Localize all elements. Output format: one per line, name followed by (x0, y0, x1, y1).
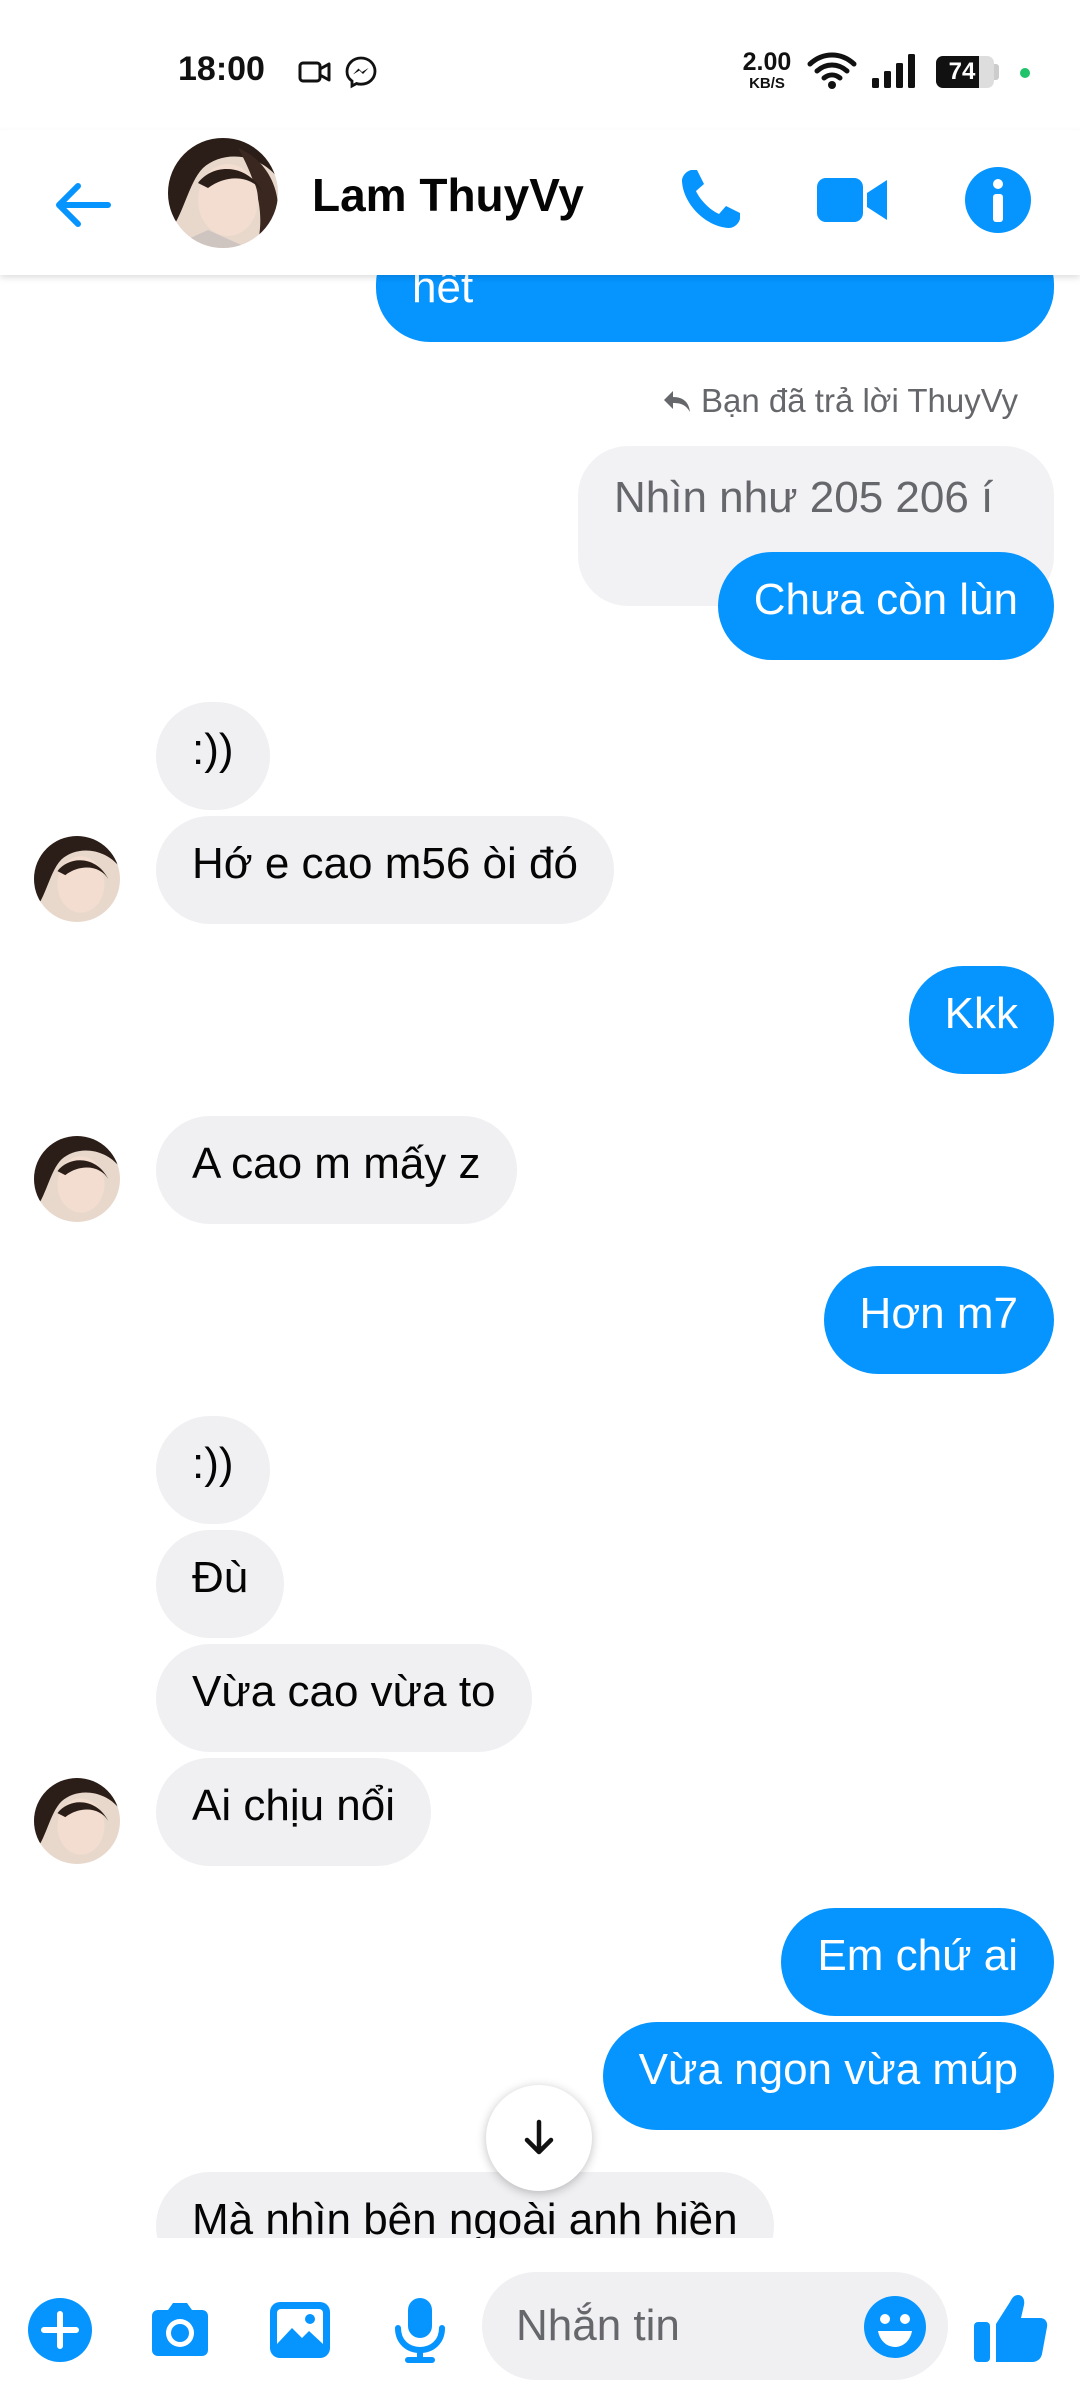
contact-avatar-small[interactable] (34, 836, 120, 922)
message-text: Ai chịu nổi (192, 1781, 396, 1830)
message-text: :)) (192, 725, 234, 774)
conversation-header: Lam ThuyVy (0, 130, 1080, 275)
message-text: :)) (192, 1439, 234, 1488)
contact-avatar-small[interactable] (34, 1136, 120, 1222)
wifi-icon (807, 52, 857, 89)
status-time: 18:00 (178, 50, 265, 88)
messenger-icon (345, 56, 377, 89)
reply-arrow-icon (664, 391, 691, 412)
message-outgoing[interactable]: Vừa ngon vừa múp (602, 2022, 1054, 2130)
signal-icon (872, 54, 915, 88)
contact-avatar-small[interactable] (34, 1778, 120, 1864)
message-incoming[interactable]: Hớ e cao m56 òi đó (156, 816, 614, 924)
battery-icon: 74 (936, 56, 994, 88)
message-text: Kkk (944, 989, 1018, 1038)
video-call-icon[interactable] (812, 160, 892, 240)
notification-dot (1020, 68, 1030, 78)
message-outgoing[interactable]: Kkk (908, 966, 1054, 1074)
message-text: Vừa cao vừa to (192, 1667, 496, 1716)
message-incoming[interactable]: Đù (156, 1530, 285, 1638)
info-icon[interactable] (958, 160, 1038, 240)
message-text: Vừa ngon vừa múp (638, 2045, 1018, 2094)
message-text: Hơn m7 (859, 1289, 1018, 1338)
camera-icon[interactable] (144, 2294, 216, 2366)
message-text: Hớ e cao m56 òi đó (192, 839, 578, 888)
message-outgoing[interactable]: Chưa còn lùn (717, 552, 1054, 660)
network-speed-unit: KB/S (749, 75, 785, 92)
contact-name[interactable]: Lam ThuyVy (312, 168, 584, 222)
message-incoming[interactable]: Vừa cao vừa to (156, 1644, 532, 1752)
message-incoming[interactable]: Ai chịu nổi (156, 1758, 432, 1866)
reply-note-text: Bạn đã trả lời ThuyVy (701, 382, 1018, 419)
battery-cap (994, 64, 999, 80)
message-incoming[interactable]: :)) (156, 1416, 270, 1524)
gallery-icon[interactable] (264, 2294, 336, 2366)
message-outgoing[interactable]: Hơn m7 (823, 1266, 1054, 1374)
scroll-to-bottom-button[interactable] (486, 2085, 592, 2191)
message-text: Em chứ ai (817, 1931, 1018, 1980)
back-arrow-icon[interactable] (48, 170, 118, 240)
network-speed-value: 2.00 (742, 48, 792, 76)
phone-icon[interactable] (670, 160, 750, 240)
composer-bar (0, 2238, 1080, 2400)
quoted-message-text: Nhìn như 205 206 í (614, 473, 994, 522)
arrow-down-icon (524, 2119, 554, 2155)
message-text: Đù (192, 1553, 249, 1602)
contact-avatar[interactable] (168, 138, 278, 248)
status-bar: 18:00 2.00 KB/S 74 (0, 0, 1080, 130)
message-text: Mà nhìn bên ngoài anh hiền (192, 2195, 738, 2244)
message-outgoing[interactable]: Em chứ ai (781, 1908, 1054, 2016)
emoji-icon[interactable] (862, 2294, 928, 2360)
network-speed: 2.00 KB/S (738, 48, 796, 92)
message-incoming[interactable]: A cao m mấy z (156, 1116, 517, 1224)
avatar-photo (34, 836, 120, 922)
avatar-photo (34, 1778, 120, 1864)
message-text: A cao m mấy z (192, 1139, 481, 1188)
microphone-icon[interactable] (384, 2294, 456, 2366)
avatar-photo (168, 138, 278, 248)
message-incoming[interactable]: :)) (156, 702, 270, 810)
plus-icon[interactable] (24, 2294, 96, 2366)
thumbs-up-icon[interactable] (970, 2288, 1050, 2368)
video-camera-icon (298, 61, 331, 83)
message-text: Chưa còn lùn (753, 575, 1018, 624)
avatar-photo (34, 1136, 120, 1222)
battery-level: 74 (948, 58, 976, 85)
reply-note: Bạn đã trả lời ThuyVy (661, 382, 1018, 420)
